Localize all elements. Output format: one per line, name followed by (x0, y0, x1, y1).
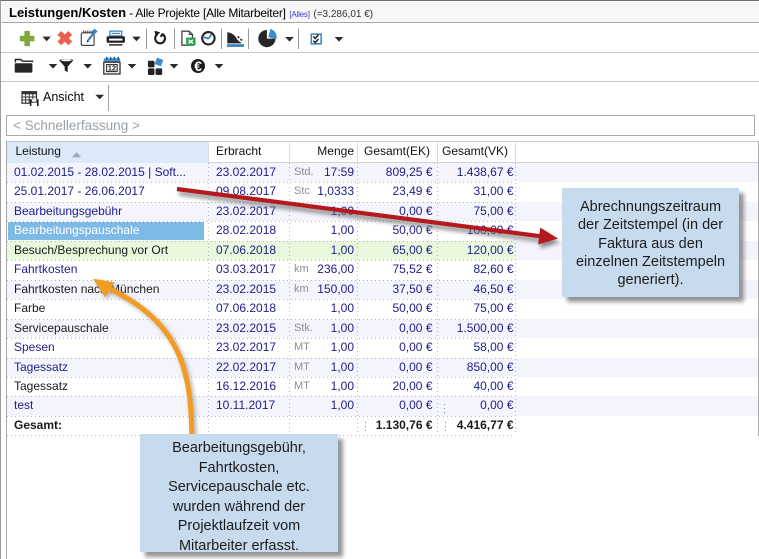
svg-text:€: € (194, 58, 202, 74)
svg-text:12: 12 (108, 63, 116, 72)
